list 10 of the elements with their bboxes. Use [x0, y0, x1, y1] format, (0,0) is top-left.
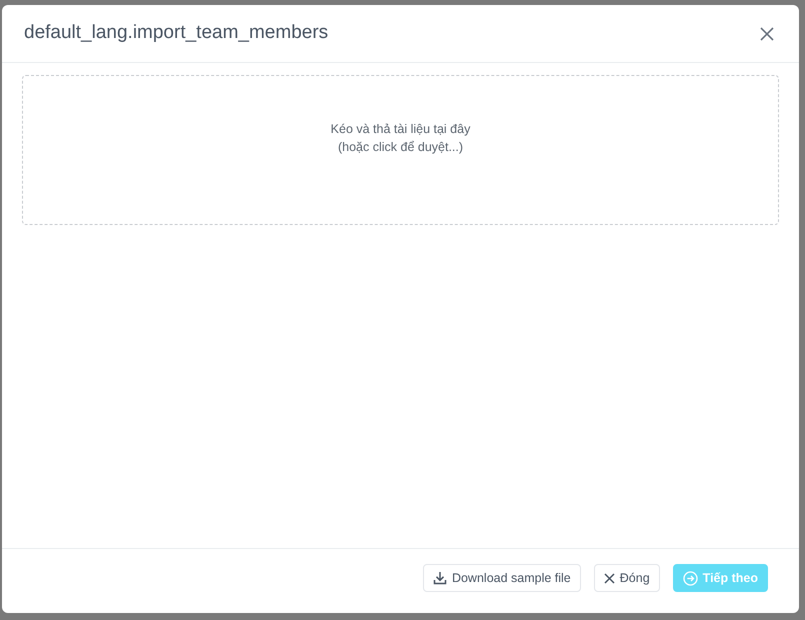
dropzone-text: (hoặc click để duyệt...)	[338, 139, 464, 156]
file-dropzone[interactable]: Kéo và thả tài liệu tại đây (hoặc click để duyệt...)	[22, 75, 779, 225]
arrow-circle-icon	[682, 570, 698, 586]
close-icon	[604, 572, 615, 584]
close-button[interactable]: Đóng	[594, 564, 660, 592]
download-button[interactable]: Download sample file	[422, 564, 581, 592]
dropzone-text: Kéo và thả tài liệu tại đây	[330, 121, 470, 138]
download-icon	[432, 571, 447, 585]
modal-title: default_lang.import_team_members	[24, 22, 328, 45]
close-icon	[760, 26, 774, 40]
